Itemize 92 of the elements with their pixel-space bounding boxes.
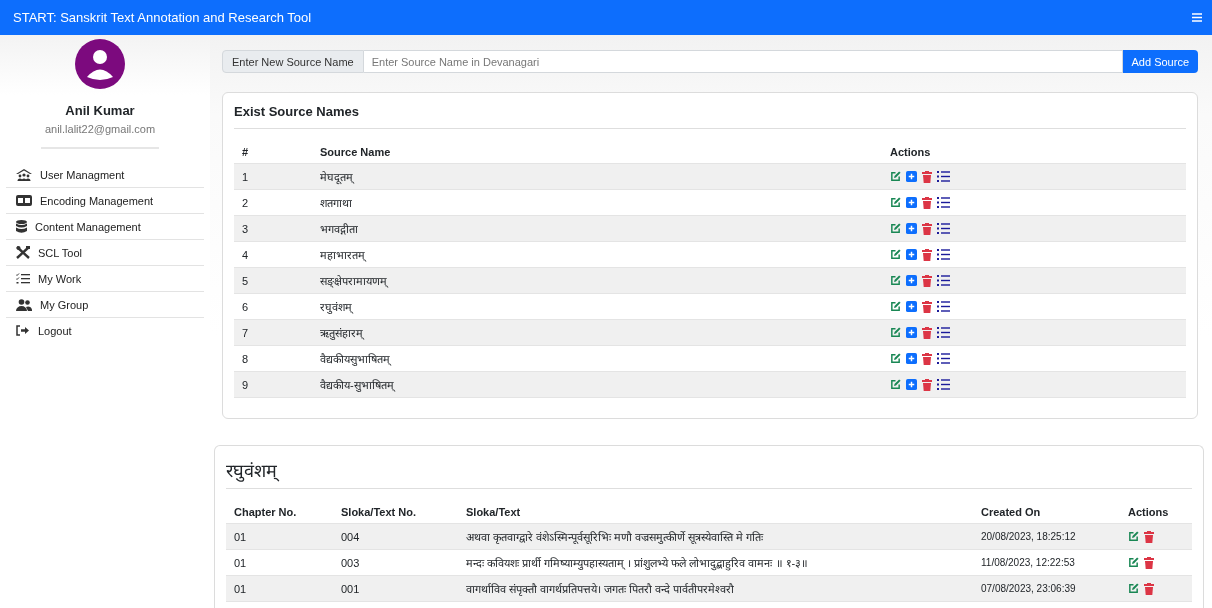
edit-icon[interactable] [890,301,901,312]
tools-icon [16,246,30,259]
source-name-field[interactable]: Enter Source Name in Devanagari [363,50,1123,73]
table-cell: वैद्यकीय-सुभाषितम् [312,371,882,398]
list-icon[interactable] [937,301,950,312]
table-cell: मेघदूतम् [312,163,882,190]
list-icon[interactable] [937,275,950,286]
avatar-icon [75,39,125,89]
app-title: START: Sanskrit Text Annotation and Research Tool [13,10,312,25]
table-cell: 001 [333,575,458,602]
list-icon[interactable] [937,353,950,364]
edit-icon[interactable] [890,197,901,208]
input-label: Enter New Source Name [222,50,364,73]
table-cell: 01 [226,523,333,550]
table-cell: 7 [234,319,312,346]
sidebar-item[interactable]: Content Management [6,214,204,240]
database-icon [16,220,27,233]
table-cell: 1 [234,163,312,190]
edit-icon[interactable] [890,223,901,234]
plus-icon[interactable] [906,301,917,312]
table-cell: भगवद्गीता [312,215,882,242]
trash-icon[interactable] [1144,556,1154,569]
sidebar-item[interactable]: My Group [6,292,204,318]
column-header: Sloka/Text [458,501,973,524]
list-icon[interactable] [937,249,950,260]
list-icon[interactable] [937,379,950,390]
trash-icon[interactable] [922,352,932,365]
edit-icon[interactable] [1128,583,1139,594]
trash-icon[interactable] [1144,530,1154,543]
plus-icon[interactable] [906,353,917,364]
sidebar-item[interactable]: Encoding Management [6,188,204,214]
table-cell: 004 [333,523,458,550]
card-title: रघुवंशम् [226,458,1192,489]
edit-icon[interactable] [1128,531,1139,542]
trash-icon[interactable] [922,222,932,235]
plus-icon[interactable] [906,327,917,338]
table-cell: ऋतुसंहारम् [312,319,882,346]
id-card-icon [16,195,32,206]
table-cell: वागर्थाविव संपृक्तौ वागर्थप्रतिपत्तये। जगतः पितरौ वन्दे पार्वतीपरमेश्वरौ [458,575,973,602]
sidebar-item[interactable]: User Managment [6,162,204,188]
add-source-button[interactable]: Add Source [1122,50,1198,73]
trash-icon[interactable] [1144,582,1154,595]
plus-icon[interactable] [906,379,917,390]
sidebar-item[interactable]: My Work [6,266,204,292]
list-icon[interactable] [937,197,950,208]
plus-icon[interactable] [906,275,917,286]
table-cell: 9 [234,371,312,398]
column-header: # [234,141,312,164]
table-cell: 01 [226,575,333,602]
trash-icon[interactable] [922,326,932,339]
edit-icon[interactable] [890,249,901,260]
table-cell: 07/08/2023, 23:06:39 [973,575,1120,602]
plus-icon[interactable] [906,171,917,182]
table-cell: 5 [234,267,312,294]
column-header: Sloka/Text No. [333,501,458,524]
edit-icon[interactable] [890,327,901,338]
column-header: Actions [882,141,1186,164]
sidebar-item[interactable]: Logout [6,318,204,343]
trash-icon[interactable] [922,248,932,261]
users-icon [16,168,32,181]
trash-icon[interactable] [922,300,932,313]
edit-icon[interactable] [890,171,901,182]
edit-icon[interactable] [890,275,901,286]
column-header: Chapter No. [226,501,333,524]
edit-icon[interactable] [1128,557,1139,568]
trash-icon[interactable] [922,274,932,287]
table-cell: सङ्क्षेपरामायणम् [312,267,882,294]
list-icon[interactable] [937,327,950,338]
trash-icon[interactable] [922,378,932,391]
table-cell: 3 [234,215,312,242]
list-icon[interactable] [937,223,950,234]
menu-icon[interactable] [1192,13,1202,22]
edit-icon[interactable] [890,379,901,390]
sidebar-item[interactable]: SCL Tool [6,240,204,266]
plus-icon[interactable] [906,197,917,208]
column-header: Created On [973,501,1120,524]
plus-icon[interactable] [906,223,917,234]
table-cell: अथवा कृतवाग्द्वारे वंशेऽस्मिन्पूर्वसूरिभिः मणौ वज्रसमुत्कीर्णे सूत्रस्येवास्ति मे गतिः [458,523,973,550]
logout-icon [16,325,30,336]
column-header: Actions [1120,501,1192,524]
checklist-icon [16,273,30,284]
edit-icon[interactable] [890,353,901,364]
list-icon[interactable] [937,171,950,182]
user-group-icon [16,298,32,311]
card-title: Exist Source Names [234,104,1186,129]
trash-icon[interactable] [922,170,932,183]
trash-icon[interactable] [922,196,932,209]
table-cell: 20/08/2023, 18:25:12 [973,523,1120,550]
column-header: Source Name [312,141,882,164]
user-name: Anil Kumar [65,103,135,118]
user-email: anil.lalit22@gmail.com [44,123,156,135]
plus-icon[interactable] [906,249,917,260]
